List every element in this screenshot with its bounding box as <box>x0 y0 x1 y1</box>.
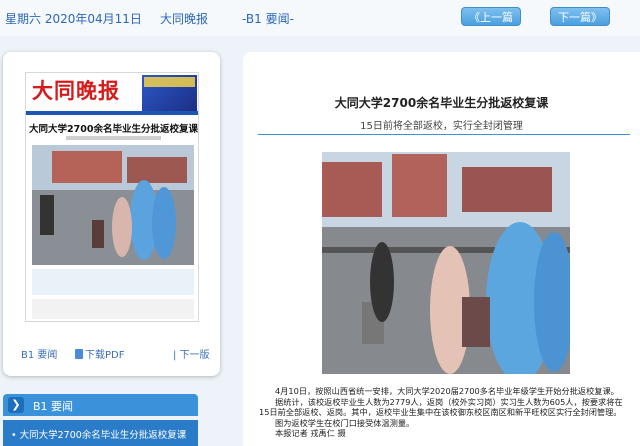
article-subtitle: 15日前将全部返校，实行全封闭管理 <box>360 121 523 132</box>
section-article-label: • 大同大学2700余名毕业生分批返校复课 <box>11 430 187 441</box>
next-article-button[interactable]: 下一篇》 <box>550 7 610 26</box>
masthead-ad <box>142 75 197 111</box>
paper-name[interactable]: 大同晚报 <box>160 10 208 27</box>
article-title: 大同大学2700余名毕业生分批返校复课 <box>334 96 549 110</box>
thumbnail-headline: 大同大学2700余名毕业生分批返校复课 <box>29 124 198 135</box>
thumbnail-block <box>32 269 194 295</box>
download-pdf-link[interactable]: 下载PDF <box>75 346 124 361</box>
article-photo[interactable] <box>322 152 570 374</box>
top-bar: 星期六 2020年04月11日 大同晚报 -B1 要闻- 《上一篇 下一篇》 <box>0 0 640 36</box>
article-paragraph: 4月10日，按照山西省统一安排，大同大学2020届2700多名毕业年级学生开始分… <box>275 386 619 396</box>
masthead-logo: 大同晚报 <box>32 78 120 103</box>
article-panel: 大同大学2700余名毕业生分批返校复课 15日前将全部返校，实行全封闭管理 4月… <box>243 52 640 446</box>
thumbnail-subline <box>66 136 161 140</box>
page-label[interactable]: -B1 要闻- <box>242 10 294 27</box>
thumbnail-links: B1 要闻 下载PDF | 下一版 <box>3 346 220 362</box>
thumbnail-footer <box>32 299 194 319</box>
title-divider <box>258 134 630 135</box>
section-header[interactable]: ❯ B1 要闻 <box>3 394 198 416</box>
prev-article-button[interactable]: 《上一篇 <box>461 7 521 26</box>
page-link[interactable]: B1 要闻 <box>21 346 57 361</box>
section-article-item[interactable]: • 大同大学2700余名毕业生分批返校复课 <box>3 420 198 446</box>
section-label: B1 要闻 <box>33 400 74 413</box>
thumbnail-photo <box>32 145 194 265</box>
next-page-link[interactable]: | 下一版 <box>173 346 210 361</box>
article-body: 4月10日，按照山西省统一安排，大同大学2020届2700多名毕业年级学生开始分… <box>259 386 631 439</box>
page-thumbnail-card: 大同晚报 大同大学2700余名毕业生分批返校复课 B1 要闻 下载PDF | 下… <box>3 52 220 376</box>
photo-caption: 图为返校学生在校门口接受体温测量。 <box>275 417 415 428</box>
pdf-icon <box>75 349 83 359</box>
masthead-bar <box>26 111 198 115</box>
article-paragraph: 据统计，该校返校毕业生人数为2779人，返岗（校外实习岗）实习生人数为605人，… <box>259 396 623 418</box>
issue-date: 星期六 2020年04月11日 <box>5 12 142 26</box>
photo-credit: 本报记者 戎禹仁 摄 <box>275 428 346 438</box>
page-thumbnail[interactable]: 大同晚报 大同大学2700余名毕业生分批返校复课 <box>25 72 199 322</box>
chevron-right-icon: ❯ <box>8 397 24 413</box>
